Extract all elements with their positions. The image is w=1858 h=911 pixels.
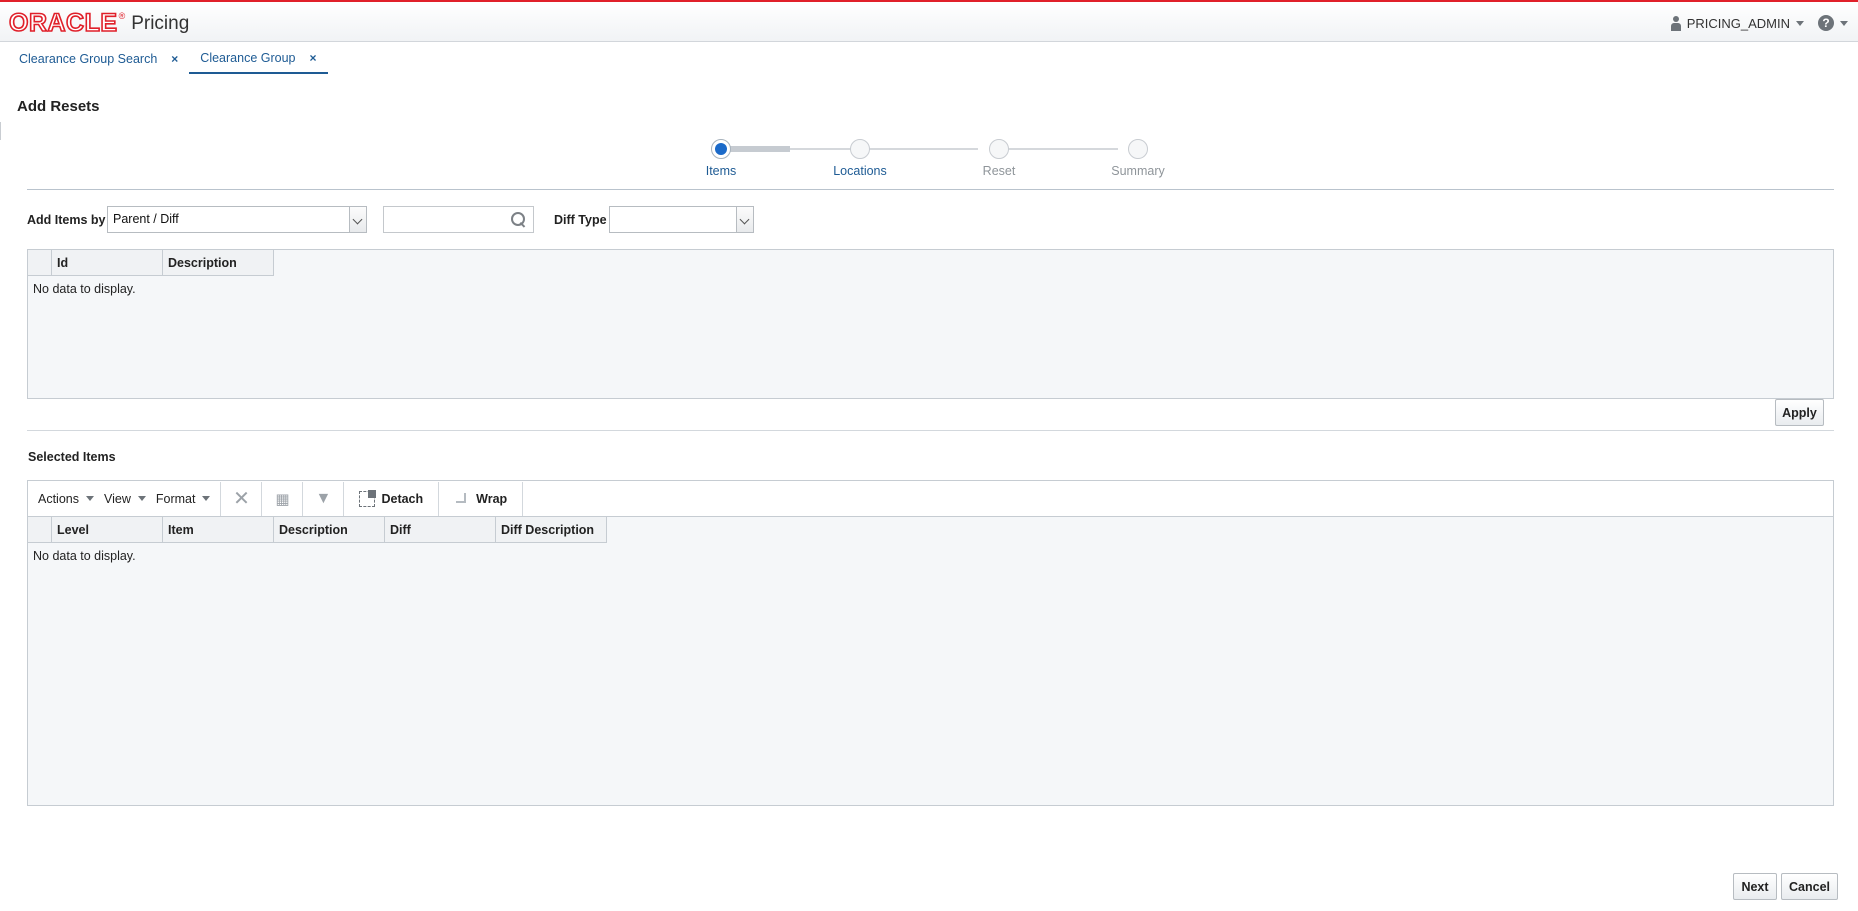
- diff-type-label: Diff Type: [554, 213, 607, 227]
- document-tabs: Clearance Group Search × Clearance Group…: [8, 44, 328, 74]
- table-header: Level Item Description Diff Diff Descrip…: [28, 517, 607, 543]
- selected-items-table: Level Item Description Diff Diff Descrip…: [27, 516, 1834, 806]
- column-header-id[interactable]: Id: [52, 250, 163, 275]
- chevron-down-icon[interactable]: [202, 496, 211, 501]
- chevron-down-icon[interactable]: [1796, 20, 1804, 26]
- user-menu[interactable]: PRICING_ADMIN ?: [1670, 15, 1848, 31]
- empty-message: No data to display.: [33, 549, 136, 563]
- page-title: Add Resets: [17, 98, 100, 115]
- close-icon[interactable]: ×: [310, 51, 317, 65]
- chevron-down-icon[interactable]: [736, 207, 753, 232]
- detach-button[interactable]: Detach: [344, 481, 438, 516]
- wrap-button[interactable]: Wrap: [439, 481, 522, 516]
- format-label[interactable]: Format: [156, 492, 196, 506]
- freeze-icon[interactable]: ▦: [262, 481, 302, 516]
- search-results-table: Id Description No data to display.: [27, 249, 1834, 399]
- column-header-diff[interactable]: Diff: [385, 517, 496, 542]
- column-header-level[interactable]: Level: [52, 517, 163, 542]
- train-stop-summary: [1128, 139, 1148, 159]
- tab-clearance-group[interactable]: Clearance Group ×: [189, 44, 328, 74]
- tab-label[interactable]: Clearance Group Search: [19, 52, 157, 66]
- column-header-diff-description[interactable]: Diff Description: [496, 517, 607, 542]
- row-selector-header: [28, 250, 52, 275]
- chevron-down-icon[interactable]: [349, 207, 366, 232]
- view-menu[interactable]: View: [104, 481, 156, 516]
- toolbar-separator: [522, 481, 524, 516]
- train-stop-items[interactable]: [711, 139, 731, 159]
- search-icon[interactable]: [511, 212, 527, 228]
- wrap-icon: [454, 491, 470, 507]
- username[interactable]: PRICING_ADMIN: [1687, 16, 1790, 31]
- add-items-by-select[interactable]: Parent / Diff: [107, 206, 367, 233]
- train-connector: [721, 146, 790, 152]
- column-header-description[interactable]: Description: [274, 517, 385, 542]
- app-header: ORACLE ® Pricing PRICING_ADMIN ?: [0, 0, 1858, 42]
- train-label-locations[interactable]: Locations: [800, 164, 920, 178]
- help-icon[interactable]: ?: [1818, 15, 1834, 31]
- train-connector: [790, 148, 856, 150]
- close-icon[interactable]: ×: [171, 52, 178, 66]
- chevron-down-icon[interactable]: [86, 496, 94, 501]
- item-search-input[interactable]: [383, 206, 534, 233]
- tab-clearance-group-search[interactable]: Clearance Group Search ×: [8, 44, 189, 74]
- product-name: Pricing: [131, 13, 190, 34]
- detach-icon: [359, 489, 377, 507]
- detach-label[interactable]: Detach: [381, 492, 423, 506]
- oracle-logo: ORACLE ® Pricing: [8, 9, 190, 37]
- train-stop-locations[interactable]: [850, 139, 870, 159]
- user-icon: [1670, 15, 1682, 31]
- registered-mark: ®: [118, 11, 126, 21]
- view-label[interactable]: View: [104, 492, 131, 506]
- brand-wordmark: ORACLE: [8, 9, 118, 37]
- format-menu[interactable]: Format: [156, 481, 221, 516]
- train-label-items[interactable]: Items: [661, 164, 781, 178]
- empty-message: No data to display.: [33, 282, 136, 296]
- next-button[interactable]: Next: [1733, 873, 1777, 900]
- splitter-handle[interactable]: [0, 122, 1, 140]
- train-connector: [998, 148, 1118, 150]
- add-items-by-value: Parent / Diff: [113, 212, 179, 226]
- chevron-down-icon[interactable]: [1840, 20, 1848, 26]
- tab-label[interactable]: Clearance Group: [200, 51, 295, 65]
- wizard-train: Items Locations Reset Summary: [690, 136, 1190, 184]
- wrap-label[interactable]: Wrap: [476, 492, 507, 506]
- cancel-button[interactable]: Cancel: [1781, 873, 1838, 900]
- column-header-item[interactable]: Item: [163, 517, 274, 542]
- train-connector: [858, 148, 978, 150]
- section-divider: [27, 430, 1834, 431]
- selected-items-toolbar: Actions View Format ✕ ▦ ▼ Detach Wrap: [27, 480, 1834, 516]
- row-selector-header: [28, 517, 52, 542]
- train-divider: [27, 189, 1834, 190]
- add-items-by-label: Add Items by: [27, 213, 106, 227]
- filter-icon[interactable]: ▼: [303, 481, 343, 516]
- train-label-reset: Reset: [982, 164, 1016, 178]
- actions-label[interactable]: Actions: [38, 492, 79, 506]
- delete-icon[interactable]: ✕: [221, 481, 261, 516]
- table-header: Id Description: [28, 250, 274, 276]
- chevron-down-icon[interactable]: [137, 496, 146, 501]
- train-stop-reset: [989, 139, 1009, 159]
- actions-menu[interactable]: Actions: [28, 481, 104, 516]
- diff-type-select[interactable]: [609, 206, 754, 233]
- selected-items-title: Selected Items: [28, 450, 116, 464]
- column-header-description[interactable]: Description: [163, 250, 274, 275]
- apply-button[interactable]: Apply: [1775, 399, 1824, 426]
- train-label-summary: Summary: [1111, 164, 1165, 178]
